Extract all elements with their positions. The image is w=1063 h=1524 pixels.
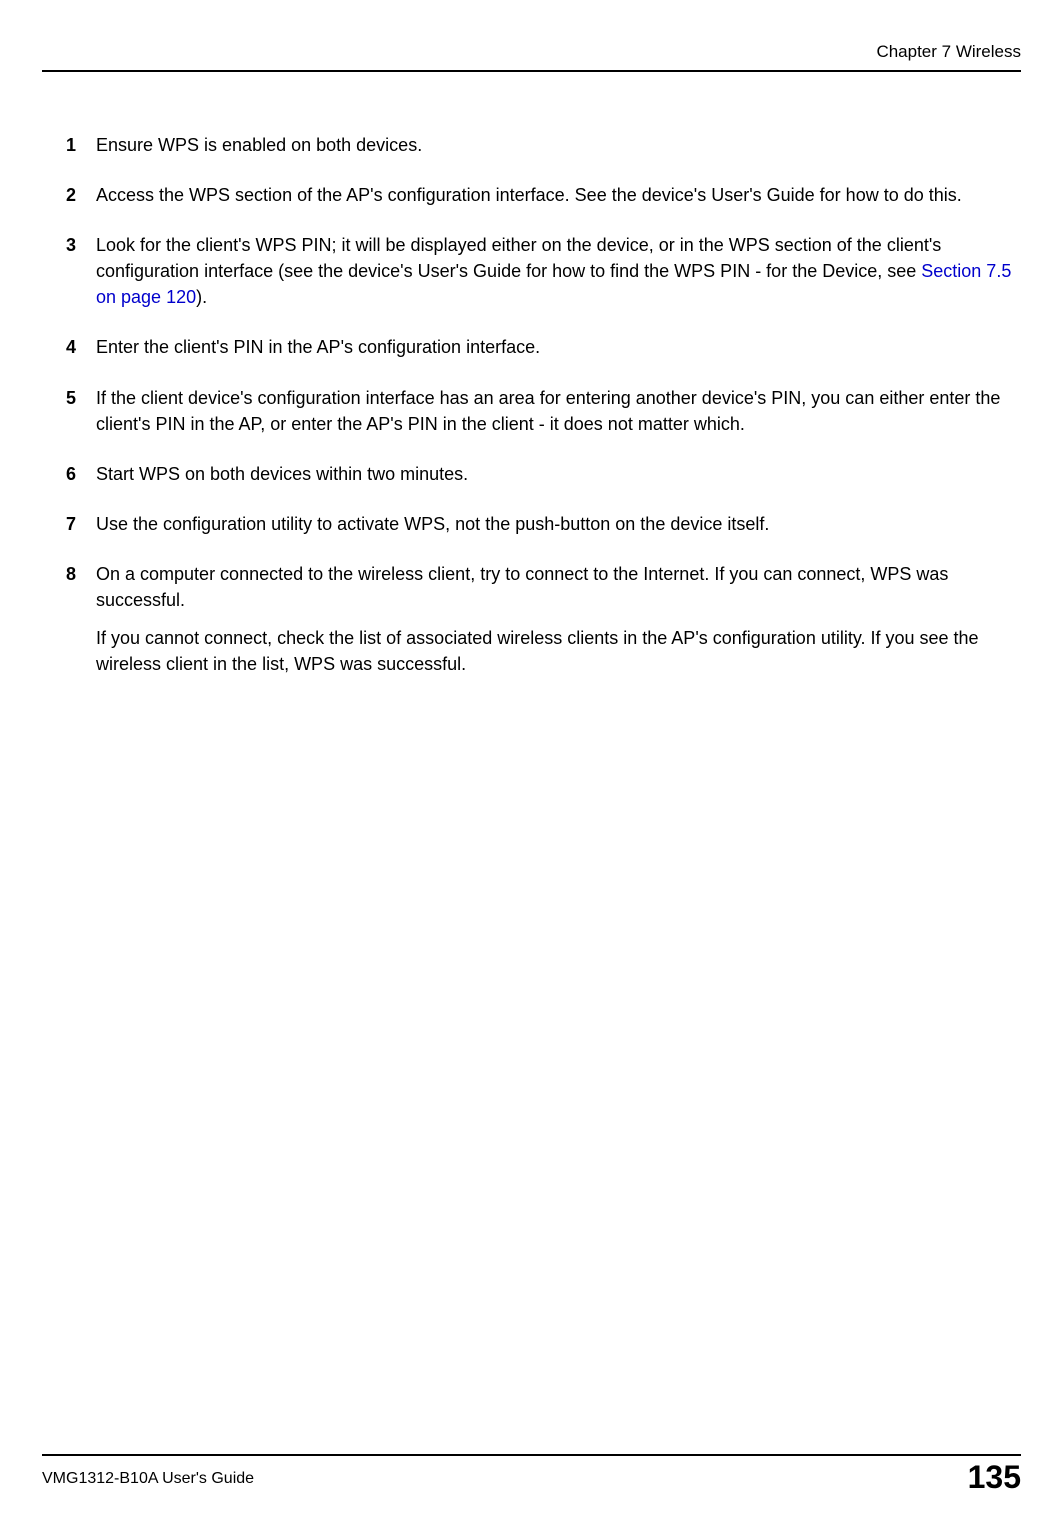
text-run: On a computer connected to the wireless …	[96, 564, 948, 610]
text-run: ).	[196, 287, 207, 307]
text-run: Look for the client's WPS PIN; it will b…	[96, 235, 941, 281]
step-paragraph: Start WPS on both devices within two min…	[96, 461, 1019, 487]
step-number: 6	[66, 461, 96, 487]
step-paragraph: Ensure WPS is enabled on both devices.	[96, 132, 1019, 158]
step-body: If the client device's configuration int…	[96, 385, 1019, 437]
text-run: Enter the client's PIN in the AP's confi…	[96, 337, 540, 357]
step: 4Enter the client's PIN in the AP's conf…	[66, 334, 1019, 360]
text-run: If you cannot connect, check the list of…	[96, 628, 979, 674]
footer-rule	[42, 1454, 1021, 1456]
step: 8On a computer connected to the wireless…	[66, 561, 1019, 677]
content: 1Ensure WPS is enabled on both devices. 2…	[42, 80, 1021, 677]
chapter-header: Chapter 7 Wireless	[876, 40, 1021, 65]
step-body: Enter the client's PIN in the AP's confi…	[96, 334, 1019, 360]
step-paragraph: Access the WPS section of the AP's confi…	[96, 182, 1019, 208]
step: 6Start WPS on both devices within two mi…	[66, 461, 1019, 487]
step-paragraph: Enter the client's PIN in the AP's confi…	[96, 334, 1019, 360]
step-number: 8	[66, 561, 96, 677]
step-number: 4	[66, 334, 96, 360]
step-number: 5	[66, 385, 96, 437]
step-paragraph: Look for the client's WPS PIN; it will b…	[96, 232, 1019, 310]
footer-guide-name: VMG1312-B10A User's Guide	[42, 1467, 254, 1490]
text-run: Access the WPS section of the AP's confi…	[96, 185, 962, 205]
step-number: 7	[66, 511, 96, 537]
step-body: Look for the client's WPS PIN; it will b…	[96, 232, 1019, 310]
step-body: On a computer connected to the wireless …	[96, 561, 1019, 677]
step-paragraph: If the client device's configuration int…	[96, 385, 1019, 437]
step: 1Ensure WPS is enabled on both devices.	[66, 132, 1019, 158]
step-paragraph: On a computer connected to the wireless …	[96, 561, 1019, 613]
step-paragraph: If you cannot connect, check the list of…	[96, 625, 1019, 677]
step-number: 3	[66, 232, 96, 310]
text-run: Ensure WPS is enabled on both devices.	[96, 135, 422, 155]
step: 2Access the WPS section of the AP's conf…	[66, 182, 1019, 208]
text-run: Use the configuration utility to activat…	[96, 514, 769, 534]
step-body: Use the configuration utility to activat…	[96, 511, 1019, 537]
text-run: If the client device's configuration int…	[96, 388, 1000, 434]
header: Chapter 7 Wireless	[42, 40, 1021, 80]
step: 7Use the configuration utility to activa…	[66, 511, 1019, 537]
step: 3Look for the client's WPS PIN; it will …	[66, 232, 1019, 310]
header-rule	[42, 70, 1021, 72]
step-body: Start WPS on both devices within two min…	[96, 461, 1019, 487]
step-number: 2	[66, 182, 96, 208]
step: 5If the client device's configuration in…	[66, 385, 1019, 437]
text-run: Start WPS on both devices within two min…	[96, 464, 468, 484]
step-paragraph: Use the configuration utility to activat…	[96, 511, 1019, 537]
step-body: Access the WPS section of the AP's confi…	[96, 182, 1019, 208]
page-number: 135	[968, 1454, 1021, 1500]
page: Chapter 7 Wireless 1Ensure WPS is enable…	[0, 0, 1063, 1524]
step-body: Ensure WPS is enabled on both devices.	[96, 132, 1019, 158]
step-number: 1	[66, 132, 96, 158]
